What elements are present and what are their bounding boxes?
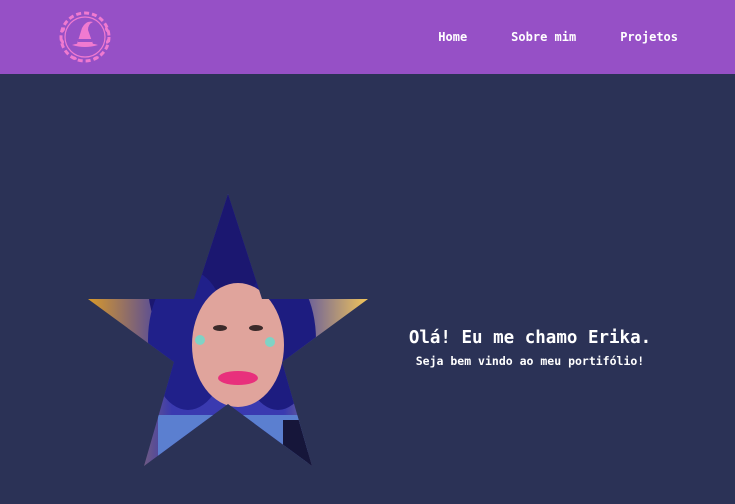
star-portrait-photo <box>88 190 368 466</box>
nav-link-sobre-mim[interactable]: Sobre mim <box>511 30 576 44</box>
navbar: Home Sobre mim Projetos <box>0 0 735 74</box>
nav-link-home[interactable]: Home <box>438 30 467 44</box>
hero-text: Olá! Eu me chamo Erika. Seja bem vindo a… <box>390 328 670 368</box>
nav-link-projetos[interactable]: Projetos <box>620 30 678 44</box>
witch-hat-logo-icon[interactable] <box>52 8 118 66</box>
hero-subtitle: Seja bem vindo ao meu portifólio! <box>415 354 645 368</box>
nav-menu: Home Sobre mim Projetos <box>438 0 678 74</box>
hero-title: Olá! Eu me chamo Erika. <box>408 328 652 348</box>
